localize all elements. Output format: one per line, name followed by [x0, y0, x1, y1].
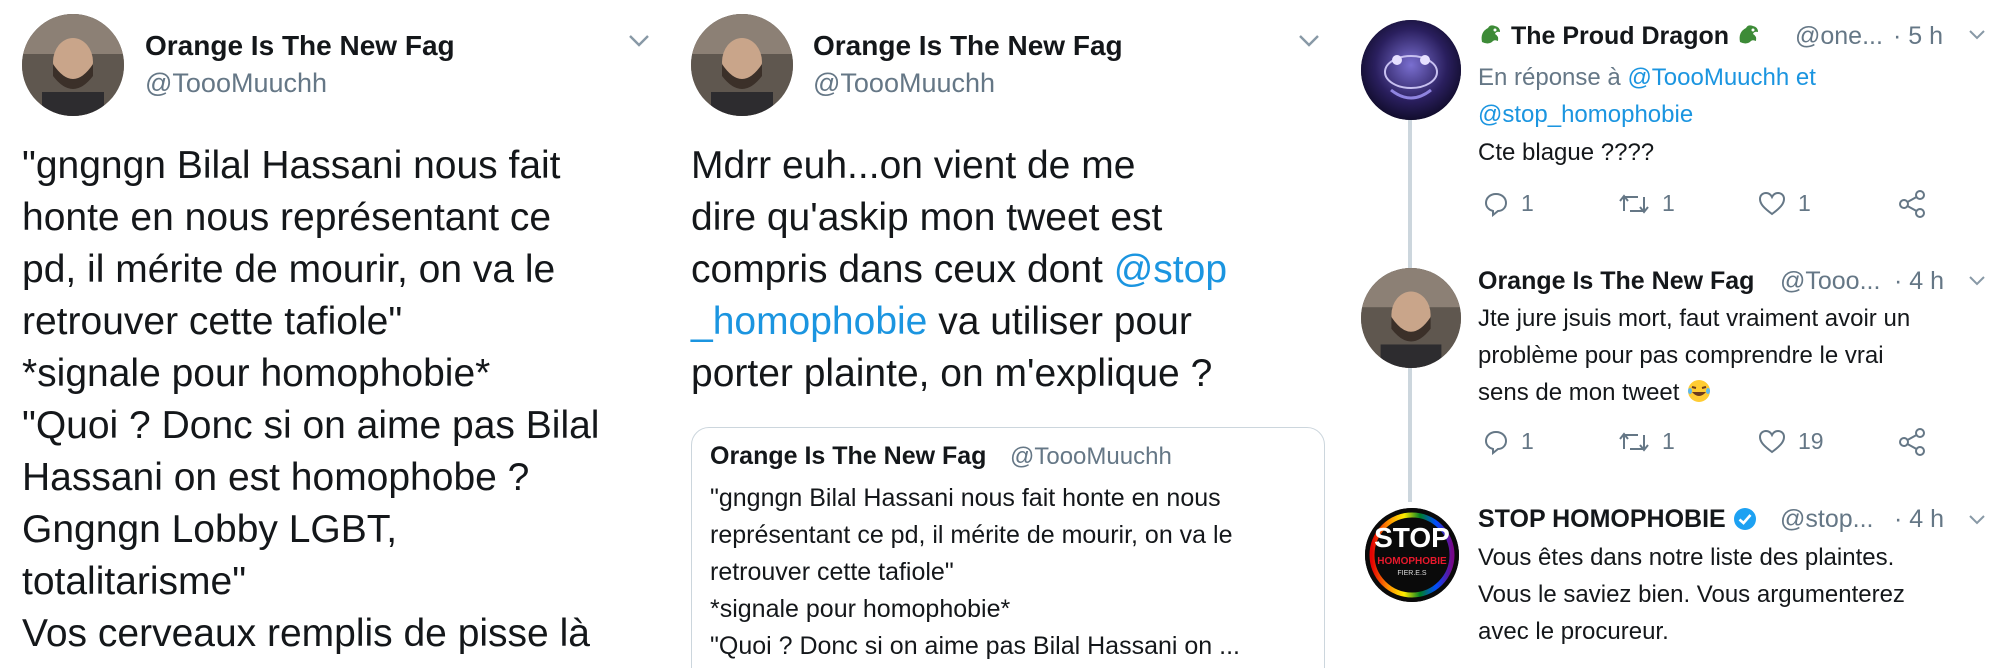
reply-icon: [1484, 430, 1508, 455]
laughing-emoji-icon: [1686, 378, 1712, 415]
avatar[interactable]: [1361, 268, 1461, 368]
reply-button[interactable]: 1: [1483, 190, 1534, 217]
share-icon: [1899, 190, 1925, 218]
tweet-text: "gngngn Bilal Hassani nous fait honte en…: [22, 144, 600, 655]
quoted-tweet[interactable]: Orange Is The New Fag @ToooMuuchh "gngng…: [691, 427, 1325, 668]
chevron-down-icon[interactable]: [1298, 34, 1320, 53]
tweet-text: Cte blague ????: [1478, 139, 1655, 166]
mention-link[interactable]: @ToooMuuchh: [1627, 64, 1789, 91]
avatar[interactable]: STOP HOMOPHOBIE FIER.E.S: [1365, 508, 1459, 602]
avatar-logo-tagline: FIER.E.S: [1397, 570, 1427, 577]
reply-thread-panel: The Proud Dragon @one... · 5 h En répons…: [1343, 0, 1998, 668]
dragon-icon: [1736, 22, 1762, 55]
display-name[interactable]: Orange Is The New Fag: [813, 30, 1123, 62]
reply-icon: [1484, 192, 1508, 217]
mention-link[interactable]: @stop_homophobie: [1478, 101, 1693, 128]
reply-button[interactable]: 1: [1483, 428, 1534, 455]
left-tweet-panel: Orange Is The New Fag @ToooMuuchh "gngng…: [0, 0, 675, 668]
heart-icon: [1758, 191, 1786, 215]
username[interactable]: @ToooMuuchh: [145, 68, 327, 99]
mention-link[interactable]: _homophobie: [691, 300, 927, 343]
dragon-icon: [1478, 22, 1504, 55]
tweet-text: Vous êtes dans notre liste des plaintes.…: [1478, 544, 1905, 645]
display-name[interactable]: Orange Is The New Fag: [1478, 267, 1754, 296]
chevron-down-icon[interactable]: [1968, 513, 1986, 531]
avatar[interactable]: [1361, 20, 1461, 120]
avatar[interactable]: [691, 14, 793, 116]
username[interactable]: @Tooo...: [1780, 267, 1880, 296]
quoted-tweet-text: "gngngn Bilal Hassani nous fait honte en…: [710, 484, 1240, 660]
quoted-username: @ToooMuuchh: [1010, 443, 1172, 470]
chevron-down-icon[interactable]: [628, 34, 650, 53]
timestamp[interactable]: · 4 h: [1894, 505, 1944, 534]
verified-badge-icon: [1733, 507, 1757, 538]
quoted-display-name: Orange Is The New Fag: [710, 442, 987, 470]
mention-link[interactable]: @stop: [1114, 248, 1227, 291]
display-name[interactable]: Orange Is The New Fag: [145, 30, 455, 62]
share-button[interactable]: [1898, 428, 1926, 456]
avatar[interactable]: [22, 14, 124, 116]
share-icon: [1899, 428, 1925, 456]
username[interactable]: @ToooMuuchh: [813, 68, 995, 99]
display-name[interactable]: The Proud Dragon: [1478, 22, 1762, 55]
like-button[interactable]: 19: [1758, 428, 1824, 455]
reply-context: En réponse à @ToooMuuchh et @stop_homoph…: [1478, 64, 1816, 128]
retweet-button[interactable]: 1: [1618, 190, 1675, 217]
username[interactable]: @one...: [1795, 22, 1883, 51]
display-name[interactable]: STOP HOMOPHOBIE: [1478, 505, 1757, 538]
tweet-text: Jte jure jsuis mort, faut vraiment avoir…: [1478, 300, 1910, 415]
avatar-logo-text: STOP: [1374, 522, 1450, 553]
middle-tweet-panel: Orange Is The New Fag @ToooMuuchh Mdrr e…: [675, 0, 1343, 668]
share-button[interactable]: [1898, 190, 1926, 218]
tweet-text: Mdrr euh...on vient de me dire qu'askip …: [691, 144, 1228, 395]
retweet-icon: [1619, 431, 1649, 452]
avatar-logo-subtext: HOMOPHOBIE: [1377, 556, 1447, 567]
like-button[interactable]: 1: [1758, 190, 1811, 217]
timestamp[interactable]: · 4 h: [1894, 267, 1944, 296]
timestamp[interactable]: · 5 h: [1893, 22, 1943, 51]
username[interactable]: @stop...: [1780, 505, 1873, 534]
chevron-down-icon[interactable]: [1968, 274, 1986, 292]
retweet-button[interactable]: 1: [1618, 428, 1675, 455]
retweet-icon: [1619, 193, 1649, 214]
heart-icon: [1758, 429, 1786, 453]
chevron-down-icon[interactable]: [1968, 28, 1986, 46]
